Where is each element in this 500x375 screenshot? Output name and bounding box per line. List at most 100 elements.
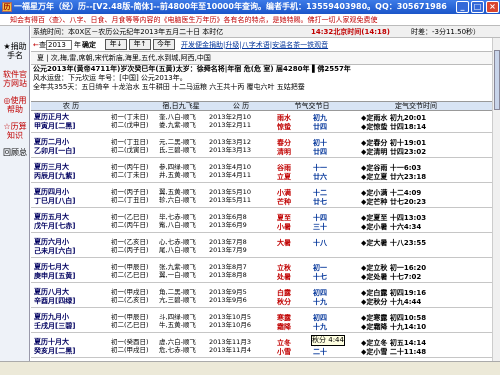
table-row: 夏历八月大 辛酉月[四绿] 初一(甲戌日) 初二(乙亥日) 角,二黑-顺飞 亢,三碧-顺飞… — [31, 286, 500, 308]
sidebar-item-review[interactable]: 回顾总 — [1, 148, 29, 157]
lunar-month-ganzhi: 辛酉月[四绿] — [34, 297, 76, 305]
mansion-star: 斗,四绿-顺飞 — [159, 313, 196, 321]
prev-year-button[interactable]: 年↓ — [105, 39, 127, 50]
scrollbar-thumb[interactable] — [494, 50, 500, 110]
solar-term: 处暑 — [277, 273, 291, 281]
year-input[interactable]: 2013 — [46, 40, 72, 50]
gregorian-date: 2013年10月5 — [209, 313, 251, 321]
sidebar-item-website[interactable]: 软件官方网站 — [1, 70, 29, 88]
table-row: 夏历正月大 甲寅月[二黑] 初一(丁未日) 初二(戊申日) 奎,八白-顺飞 娄,九紫-顺飞… — [31, 111, 500, 133]
next-year-button[interactable]: 年↑ — [129, 39, 151, 50]
mansion-star: 尾,八白-顺飞 — [159, 246, 196, 254]
lunar-month-name[interactable]: 夏历三月大 — [34, 163, 69, 171]
year-info: 公元2013年(黄帝4711年)岁次癸巳年(五黄)太岁：徐舜名将|年宿 危(危 … — [31, 65, 500, 101]
term-time: ◆定寒露 初四10:58 — [361, 314, 427, 322]
term-time: ◆定处暑 十七7:02 — [361, 273, 422, 281]
mansion-star: 氐,三碧-顺飞 — [159, 146, 196, 154]
table-row: 夏历五月大 戊午月[七赤] 初一(乙巳日) 初二(丙午日) 毕,七赤-顺飞 觜,八白-顺飞… — [31, 211, 500, 233]
term-time: ◆定秋分 十九4:44 — [361, 298, 422, 306]
gregorian-date: 2013年5月10 — [209, 188, 251, 196]
term-day: 三十 — [313, 223, 327, 231]
close-button[interactable]: × — [486, 1, 499, 13]
gregorian-date: 2013年11月3 — [209, 338, 251, 346]
dynasty-selector-row[interactable]: 夏 | 次,梅,雷,席朝,宋代新庙,海里,五代,水到城,阿西,中国 — [31, 52, 500, 65]
lunar-day: 初二(甲戌日) — [111, 346, 149, 354]
lunar-day: 初一(甲辰日) — [111, 313, 149, 321]
solar-term: 春分 — [277, 139, 291, 147]
calendar-table-header: 农 历 宿,日九飞星 公 历 节气交节日 定气交节时间 — [31, 101, 500, 111]
minimize-button[interactable]: _ — [456, 1, 469, 13]
mansion-star: 翼,五黄-顺飞 — [159, 188, 196, 196]
mansion-star: 虚,六白-顺飞 — [159, 338, 196, 346]
this-year-button[interactable]: 今年 — [153, 39, 175, 50]
table-row: 夏历九月小 壬戌月[三碧] 初一(甲辰日) 初二(乙巳日) 斗,四绿-顺飞 牛,五黄-顺飞… — [31, 311, 500, 333]
table-row: 夏历二月小 乙卯月[一白] 初一(丁丑日) 初二(戊寅日) 元,二黑-顺飞 氐,三碧-顺飞… — [31, 136, 500, 158]
year-toolbar: ← 查 2013 年 确定 年↓ 年↑ 今年 开发便金捐助|升级|八字术语|安温… — [31, 38, 500, 52]
lunar-month-ganzhi: 丙辰月[九紫] — [34, 172, 76, 180]
term-day: 十九 — [313, 323, 327, 331]
lunar-day: 初一(丁丑日) — [111, 138, 149, 146]
lunar-day: 初二(戊寅日) — [111, 146, 149, 154]
mansion-star: 奎,八白-顺飞 — [159, 113, 196, 121]
lunar-day: 初二(乙巳日) — [111, 321, 149, 329]
toolbar-links[interactable]: 开发便金捐助|升级|八字术语|安温名茶一铁观音 — [181, 40, 328, 50]
term-day: 十九 — [313, 298, 327, 306]
gregorian-date: 2013年4月10 — [209, 163, 251, 171]
lunar-day: 初二(戊申日) — [111, 121, 149, 129]
gregorian-date: 2013年3月12 — [209, 138, 251, 146]
maximize-button[interactable]: □ — [471, 1, 484, 13]
lunar-day: 初一(甲辰日) — [111, 263, 149, 271]
lunar-month-name[interactable]: 夏历四月小 — [34, 188, 69, 196]
lunar-month-name[interactable]: 夏历八月大 — [34, 288, 69, 296]
window-titlebar: 历 一福星万年（经）历--[V2.48版-简体]--前4800年至10000年查… — [0, 0, 500, 14]
term-day: 廿六 — [313, 173, 327, 181]
lunar-month-name[interactable]: 夏历十月大 — [34, 338, 69, 346]
mansion-star: 毕,七赤-顺飞 — [159, 213, 196, 221]
term-day: 十四 — [313, 214, 327, 222]
sidebar-item-donors[interactable]: ★捐助手名 — [1, 42, 29, 60]
mansion-star: 元,二黑-顺飞 — [159, 138, 196, 146]
term-day: 初十 — [313, 139, 327, 147]
term-day: 二十 — [313, 348, 327, 356]
term-day: 十七 — [313, 273, 327, 281]
lunar-month-name[interactable]: 夏历六月小 — [34, 238, 69, 246]
mansion-star: 张,九紫-顺飞 — [159, 263, 196, 271]
mansion-star: 参,四绿-顺飞 — [159, 163, 196, 171]
term-day: 十八 — [313, 239, 327, 247]
term-time: ◆定芒种 廿七20:23 — [361, 198, 427, 206]
lunar-month-ganzhi: 己未月[六白] — [34, 247, 76, 255]
lunar-month-name[interactable]: 夏历九月小 — [34, 313, 69, 321]
tooltip: 秋分 4:44 — [311, 335, 345, 346]
window-title: 一福星万年（经）历--[V2.48版-简体]--前4800年至10000年查询。… — [14, 2, 447, 11]
sidebar-item-help[interactable]: ◎使用帮助 — [1, 96, 29, 114]
table-row: 夏历七月大 庚申月[五黄] 初一(甲辰日) 初二(乙巳日) 张,九紫-顺飞 翼,一白-顺飞… — [31, 261, 500, 283]
term-day: 十二 — [313, 189, 327, 197]
solar-term: 寒露 — [277, 314, 291, 322]
table-row: 夏历四月小 丁巳月[八白] 初一(丙子日) 初二(丁丑日) 翼,五黄-顺飞 轸,六白-顺飞… — [31, 186, 500, 208]
term-time: ◆定雨水 初九20:01 — [361, 114, 427, 122]
lunar-month-name[interactable]: 夏历五月大 — [34, 213, 69, 221]
solar-term: 立夏 — [277, 173, 291, 181]
lunar-month-name[interactable]: 夏历七月大 — [34, 263, 69, 271]
term-time: ◆定白露 初四19:16 — [361, 289, 427, 297]
prev-arrow-icon[interactable]: ← — [33, 40, 39, 50]
sidebar-item-knowledge[interactable]: ☆历算知识 — [1, 122, 29, 140]
lunar-day: 初一(丙子日) — [111, 188, 149, 196]
confirm-button[interactable]: 确定 — [82, 40, 96, 50]
term-time: ◆定惊蛰 廿四18:14 — [361, 123, 427, 131]
term-day: 廿四 — [313, 123, 327, 131]
vertical-scrollbar[interactable] — [492, 38, 500, 361]
term-time: ◆定清明 廿四23:02 — [361, 148, 427, 156]
mansion-star: 牛,五黄-顺飞 — [159, 321, 196, 329]
sidebar: ★捐助手名 软件官方网站 ◎使用帮助 ☆历算知识 回顾总 — [0, 26, 30, 361]
lunar-month-ganzhi: 癸亥月[二黑] — [34, 347, 76, 355]
lunar-month-ganzhi: 庚申月[五黄] — [34, 272, 76, 280]
lunar-month-name[interactable]: 夏历二月小 — [34, 138, 69, 146]
solar-term: 谷雨 — [277, 164, 291, 172]
lunar-month-ganzhi: 乙卯月[一白] — [34, 147, 76, 155]
gregorian-date: 2013年9月6 — [209, 296, 247, 304]
calendar-icon: 历 — [2, 2, 12, 12]
lunar-month-name[interactable]: 夏历正月大 — [34, 113, 69, 121]
term-day: 初四 — [313, 314, 327, 322]
solar-term: 小雪 — [277, 348, 291, 356]
